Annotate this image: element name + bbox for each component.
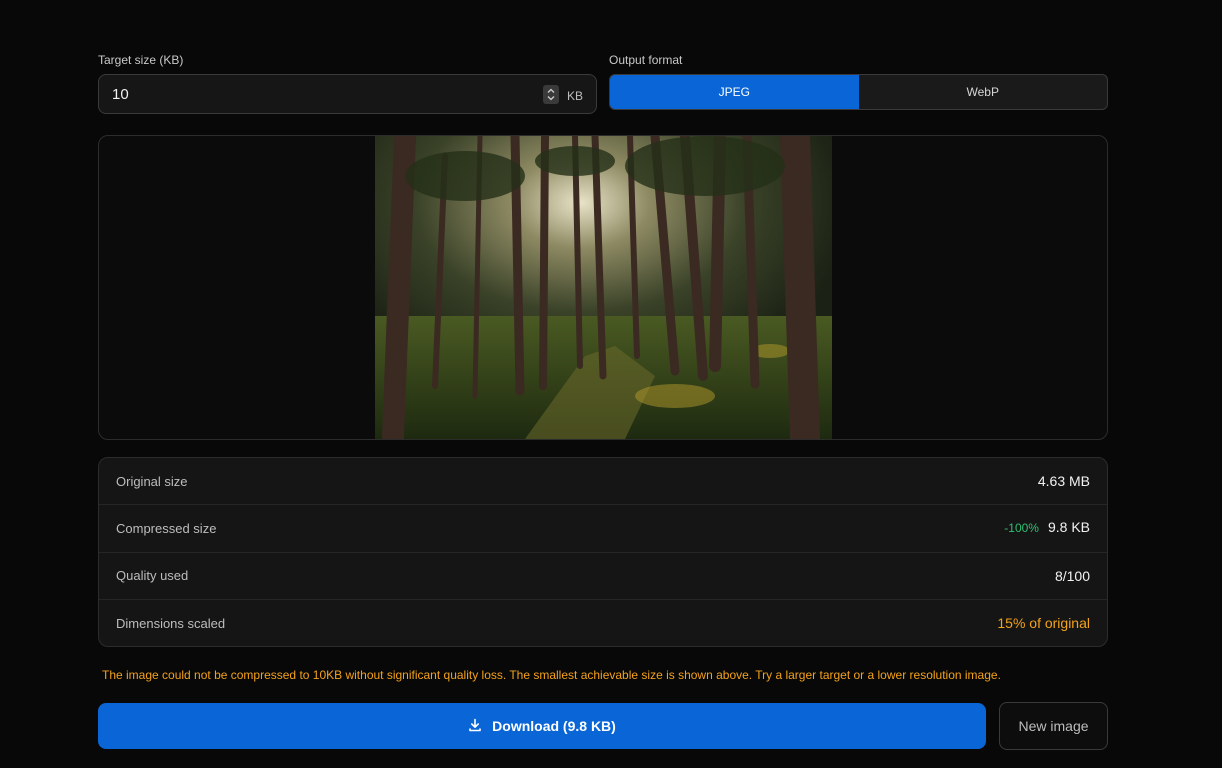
preview-image: [375, 136, 832, 439]
stat-label: Compressed size: [116, 520, 217, 536]
output-format-toggle[interactable]: JPEG WebP: [609, 74, 1108, 110]
download-icon: [468, 718, 482, 735]
stat-quality-used: Quality used 8/100: [99, 553, 1107, 600]
target-size-unit: KB: [566, 89, 583, 103]
chevron-up-down-icon[interactable]: [543, 85, 559, 104]
download-label: Download (9.8 KB): [492, 718, 616, 734]
image-preview: [98, 135, 1108, 440]
format-option-jpeg[interactable]: JPEG: [610, 75, 859, 109]
stat-dimensions-scaled: Dimensions scaled 15% of original: [99, 600, 1107, 646]
stat-value-group: -100% 9.8 KB: [1004, 519, 1090, 537]
compression-warning: The image could not be compressed to 10K…: [102, 668, 1001, 682]
format-option-webp[interactable]: WebP: [859, 75, 1108, 109]
output-format-label: Output format: [609, 53, 683, 67]
stat-value: 9.8 KB: [1047, 519, 1090, 536]
compression-stats: Original size 4.63 MB Compressed size -1…: [98, 457, 1108, 647]
target-size-label: Target size (KB): [98, 53, 184, 67]
target-size-input[interactable]: 10 KB: [98, 74, 597, 114]
stat-compressed-size: Compressed size -100% 9.8 KB: [99, 505, 1107, 553]
size-change-badge: -100%: [1004, 521, 1039, 536]
target-size-value[interactable]: 10: [112, 86, 129, 103]
stat-value: 4.63 MB: [1037, 473, 1090, 490]
stat-value: 8/100: [1054, 567, 1090, 584]
stat-value: 15% of original: [997, 615, 1090, 632]
new-image-button[interactable]: New image: [999, 702, 1108, 750]
stat-label: Quality used: [116, 568, 189, 584]
stat-label: Dimensions scaled: [116, 615, 226, 631]
stat-label: Original size: [116, 473, 188, 489]
download-button[interactable]: Download (9.8 KB): [98, 703, 986, 749]
stat-original-size: Original size 4.63 MB: [99, 458, 1107, 506]
